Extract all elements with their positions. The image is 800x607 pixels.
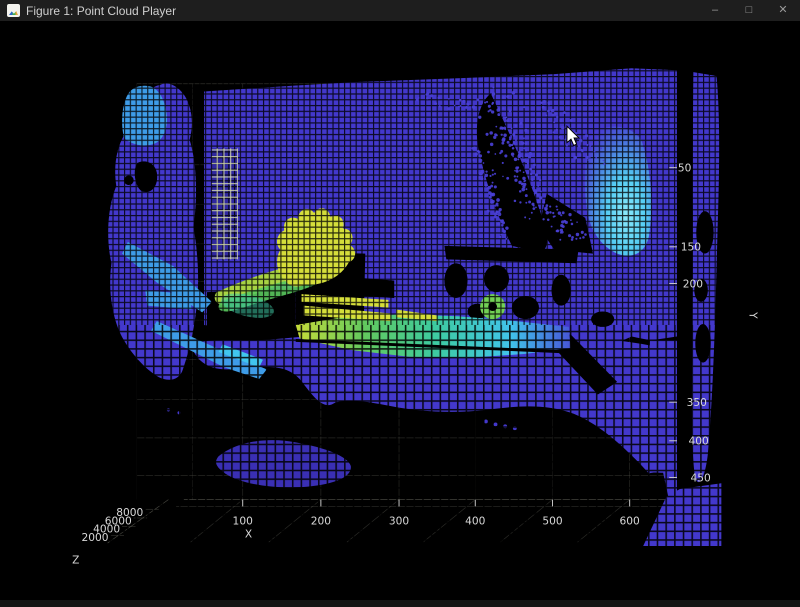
- svg-text:300: 300: [389, 515, 410, 528]
- matlab-figure-icon: [7, 4, 20, 17]
- svg-text:Z: Z: [72, 553, 79, 566]
- point-cloud-3d-axes[interactable]: 100200300400500600X50150200350400450Y800…: [0, 21, 800, 600]
- svg-text:2000: 2000: [82, 531, 109, 544]
- svg-text:Y: Y: [746, 311, 759, 319]
- window-controls: – □ ✕: [698, 0, 800, 21]
- svg-text:100: 100: [233, 515, 254, 528]
- svg-text:400: 400: [689, 435, 710, 448]
- svg-text:400: 400: [465, 515, 486, 528]
- svg-text:50: 50: [678, 162, 692, 175]
- close-button[interactable]: ✕: [766, 0, 800, 21]
- svg-text:200: 200: [311, 515, 332, 528]
- minimize-button[interactable]: –: [698, 0, 732, 21]
- title-bar: Figure 1: Point Cloud Player – □ ✕: [0, 0, 800, 21]
- svg-text:500: 500: [542, 515, 563, 528]
- maximize-button[interactable]: □: [732, 0, 766, 21]
- window-bottom-edge: [0, 600, 800, 607]
- svg-text:200: 200: [683, 277, 704, 290]
- svg-text:150: 150: [681, 241, 702, 254]
- figure-canvas[interactable]: 100200300400500600X50150200350400450Y800…: [0, 21, 800, 600]
- window-title: Figure 1: Point Cloud Player: [26, 4, 176, 18]
- svg-text:600: 600: [620, 515, 641, 528]
- figure-window: Figure 1: Point Cloud Player – □ ✕: [0, 0, 800, 607]
- svg-text:350: 350: [687, 396, 708, 409]
- mesh-texture-overlay: [96, 59, 728, 551]
- svg-text:450: 450: [690, 471, 711, 484]
- svg-text:X: X: [245, 527, 252, 540]
